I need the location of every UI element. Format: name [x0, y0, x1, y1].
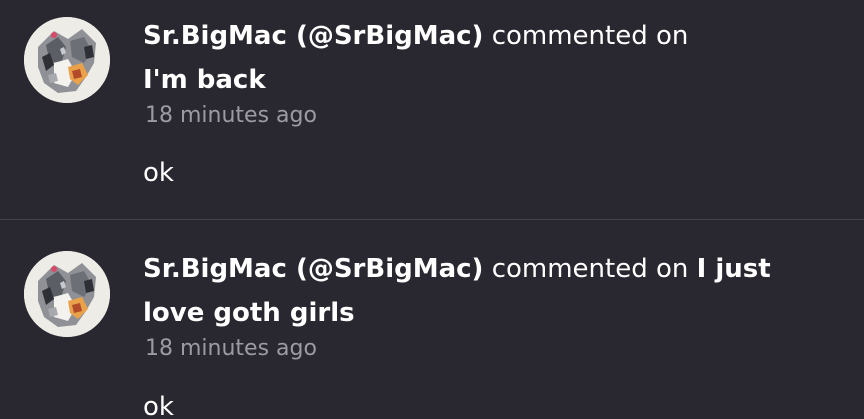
username-link[interactable]: Sr.BigMac (@SrBigMac): [143, 21, 483, 51]
timestamp: 18 minutes ago: [145, 336, 317, 361]
action-verb: commented on: [491, 254, 689, 284]
user-avatar[interactable]: [24, 17, 110, 103]
timestamp: 18 minutes ago: [145, 103, 317, 128]
divider: [0, 219, 864, 220]
comment-notification[interactable]: Sr.BigMac (@SrBigMac) commented on I jus…: [0, 221, 864, 419]
avatar-image-icon: [24, 17, 110, 103]
user-avatar[interactable]: [24, 251, 110, 337]
notification-headline: Sr.BigMac (@SrBigMac) commented on I'm ba…: [143, 14, 833, 102]
notification-feed: Sr.BigMac (@SrBigMac) commented on I'm ba…: [0, 0, 864, 419]
comment-text: ok: [143, 392, 174, 419]
avatar-image-icon: [24, 251, 110, 337]
comment-notification[interactable]: Sr.BigMac (@SrBigMac) commented on I'm ba…: [0, 0, 864, 220]
comment-text: ok: [143, 158, 174, 188]
notification-headline: Sr.BigMac (@SrBigMac) commented on I jus…: [143, 247, 833, 335]
username-link[interactable]: Sr.BigMac (@SrBigMac): [143, 254, 483, 284]
post-title-link[interactable]: I'm back: [143, 65, 266, 95]
action-verb: commented on: [491, 21, 689, 51]
